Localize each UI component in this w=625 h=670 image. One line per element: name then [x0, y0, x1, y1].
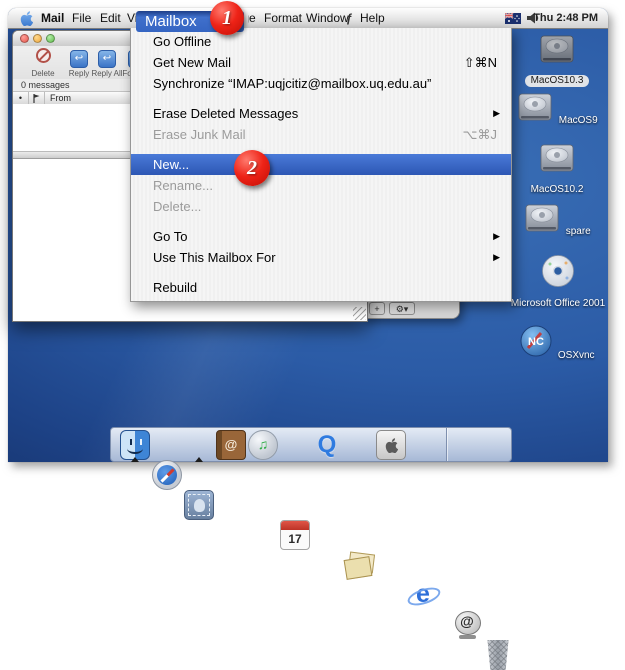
- quicktime-q: Q: [318, 431, 337, 458]
- input-language-flag-icon[interactable]: [505, 13, 521, 24]
- caret-down-icon: ▾: [404, 304, 409, 314]
- quicktime-dock-icon[interactable]: Q: [312, 430, 342, 460]
- menu-item-use-this-mailbox-for[interactable]: Use This Mailbox For ▶: [131, 247, 511, 268]
- menu-bar-clock[interactable]: Thu 2:48 PM: [533, 8, 598, 28]
- ie-e-glyph: e: [416, 580, 430, 608]
- hard-drive-icon: [538, 144, 576, 174]
- menu-item-erase-deleted-messages[interactable]: Erase Deleted Messages ▶: [131, 103, 511, 124]
- at-glyph: @: [452, 613, 482, 629]
- running-indicator-finder: [131, 457, 139, 462]
- window-resize-grip[interactable]: [353, 307, 366, 320]
- music-note-icon: ♫: [258, 436, 269, 452]
- submenu-arrow-icon: ▶: [493, 247, 500, 268]
- vnc-app-icon: NC: [519, 324, 553, 358]
- annotation-step-2-badge: 2: [234, 150, 270, 186]
- menu-item-rename: Rename...: [131, 175, 511, 196]
- hard-drive-icon: [538, 35, 576, 65]
- desktop-icon-label: MacOS9: [559, 115, 598, 127]
- ical-dock-icon[interactable]: 17: [280, 520, 310, 550]
- at-stamp-dock-icon[interactable]: @: [452, 610, 482, 640]
- reply-all-icon: ↩: [98, 50, 116, 68]
- menu-item-rebuild[interactable]: Rebuild: [131, 277, 511, 298]
- dock: @ ♫ 17 Q e @: [110, 427, 512, 462]
- desktop-icon-label: MacOS10.3: [525, 75, 590, 87]
- flag-icon: [33, 94, 40, 103]
- menubar-item-message[interactable]: Message: [248, 8, 257, 28]
- menu-separator: [131, 217, 511, 226]
- submenu-arrow-icon: ▶: [493, 226, 500, 247]
- menu-item-get-new-mail[interactable]: Get New Mail ⇧⌘N: [131, 52, 511, 73]
- delete-icon: [36, 48, 51, 63]
- gear-action-button[interactable]: ⚙▾: [389, 302, 415, 315]
- cd-icon: [541, 254, 575, 288]
- itunes-dock-icon[interactable]: ♫: [248, 430, 278, 460]
- menubar-item-edit[interactable]: Edit: [100, 8, 121, 28]
- menubar-item-help[interactable]: Help: [360, 8, 385, 28]
- apple-logo-icon: [385, 438, 398, 453]
- desktop-icon-spare[interactable]: spare: [514, 204, 600, 239]
- script-menu-icon[interactable]: ƒ: [346, 8, 353, 28]
- gear-icon: ⚙: [396, 304, 404, 314]
- stickies-letters-dock-icon[interactable]: [344, 550, 374, 580]
- safari-dock-icon[interactable]: [152, 460, 182, 490]
- calendar-day: 17: [281, 531, 309, 547]
- submenu-arrow-icon: ▶: [493, 103, 500, 124]
- hard-drive-icon: [523, 204, 561, 234]
- hard-drive-icon: [516, 93, 554, 123]
- running-indicator-mail: [195, 457, 203, 462]
- menu-item-go-to[interactable]: Go To ▶: [131, 226, 511, 247]
- close-button[interactable]: [20, 34, 29, 43]
- desktop-icon-label: OSXvnc: [558, 350, 595, 362]
- desktop-icon-macos103[interactable]: MacOS10.3: [514, 35, 600, 88]
- australian-flag-icon: [505, 13, 521, 24]
- zoom-button[interactable]: [46, 34, 55, 43]
- desktop-icon-macos9[interactable]: MacOS9: [514, 93, 600, 128]
- menu-bar: Mail File Edit View Message Format Windo…: [8, 8, 608, 29]
- annotation-step-1-badge: 1: [210, 1, 244, 35]
- menubar-item-mail[interactable]: Mail: [41, 8, 64, 28]
- menu-item-erase-junk-mail: Erase Junk Mail ⌥⌘J: [131, 124, 511, 145]
- desktop-icon-label: Microsoft Office 2001: [511, 298, 605, 310]
- finder-dock-icon[interactable]: [120, 430, 150, 460]
- menubar-item-format[interactable]: Format: [264, 8, 302, 28]
- menu-separator: [131, 94, 511, 103]
- status-column-header[interactable]: •: [13, 92, 29, 104]
- mailbox-menu: Go Offline Get New Mail ⇧⌘N Synchronize …: [130, 28, 512, 302]
- menubar-item-file[interactable]: File: [72, 8, 91, 28]
- desktop-icon-label: MacOS10.2: [531, 184, 584, 196]
- shortcut-erase-junk-mail: ⌥⌘J: [463, 124, 497, 145]
- menu-item-delete: Delete...: [131, 196, 511, 217]
- desktop-icon-osxvnc[interactable]: NC OSXvnc: [514, 324, 600, 363]
- apple-logo-icon: [20, 11, 33, 26]
- system-preferences-dock-icon[interactable]: [376, 430, 406, 460]
- desktop-screen: MacOS10.3 MacOS9 MacOS10.2 spare Microso…: [8, 8, 608, 462]
- desktop-icon-office-cd[interactable]: Microsoft Office 2001: [506, 254, 610, 311]
- menu-item-synchronize[interactable]: Synchronize “IMAP:uqjcitiz@mailbox.uq.ed…: [131, 73, 511, 94]
- menubar-item-window[interactable]: Window: [306, 8, 349, 28]
- dock-divider: [446, 428, 447, 461]
- shortcut-get-new-mail: ⇧⌘N: [464, 52, 497, 73]
- apple-menu[interactable]: [20, 11, 33, 29]
- menu-item-go-offline[interactable]: Go Offline: [131, 31, 511, 52]
- menu-separator: [131, 268, 511, 277]
- internet-explorer-dock-icon[interactable]: e: [408, 580, 438, 610]
- menu-item-new-mailbox[interactable]: New...: [131, 154, 511, 175]
- desktop-icon-label: spare: [566, 226, 591, 238]
- desktop-icon-macos102[interactable]: MacOS10.2: [514, 144, 600, 197]
- trash-dock-icon[interactable]: [486, 640, 510, 670]
- menu-separator: [131, 145, 511, 154]
- svg-text:NC: NC: [528, 336, 544, 348]
- add-mailbox-button[interactable]: +: [369, 302, 385, 315]
- minimize-button[interactable]: [33, 34, 42, 43]
- flag-column-header[interactable]: [29, 92, 45, 104]
- at-glyph: @: [225, 437, 238, 452]
- address-book-dock-icon[interactable]: @: [216, 430, 246, 460]
- mail-dock-icon[interactable]: [184, 490, 214, 520]
